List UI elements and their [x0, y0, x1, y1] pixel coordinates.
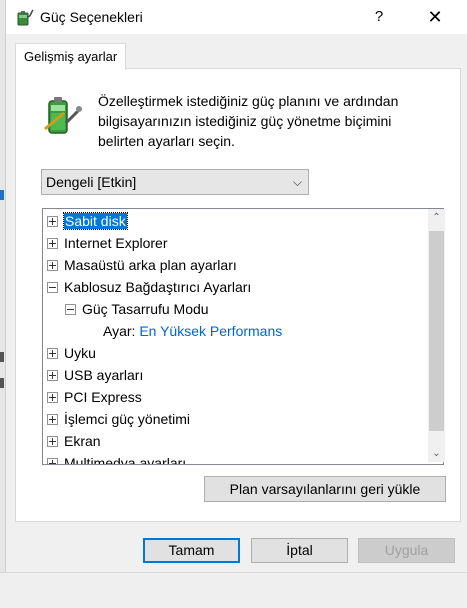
settings-tree[interactable]: Sabit disk Internet Explorer Masaüstü ar… — [42, 208, 444, 465]
tree-scrollbar[interactable]: ⌃ ⌄ — [428, 209, 445, 462]
background-marker — [0, 378, 4, 388]
tree-item-processor-power[interactable]: İşlemci güç yönetimi — [47, 408, 190, 430]
cancel-button[interactable]: İptal — [251, 538, 348, 563]
expand-icon[interactable] — [47, 259, 58, 271]
tree-item-label: Güç Tasarrufu Modu — [82, 301, 209, 317]
help-button[interactable]: ? — [364, 4, 394, 30]
tree-item-sabit-disk[interactable]: Sabit disk — [47, 210, 128, 232]
restore-plan-defaults-button[interactable]: Plan varsayılanlarını geri yükle — [204, 476, 446, 502]
background-marker — [0, 190, 4, 200]
expand-icon[interactable] — [47, 237, 58, 249]
tree-item-label: Masaüstü arka plan ayarları — [64, 257, 237, 273]
expand-icon[interactable] — [47, 215, 58, 227]
expand-icon[interactable] — [47, 369, 58, 381]
tree-item-display[interactable]: Ekran — [47, 430, 101, 452]
tree-item-label: Multimedya ayarları — [64, 455, 187, 465]
power-options-icon — [17, 9, 34, 26]
expand-icon[interactable] — [47, 413, 58, 425]
tree-item-wireless-adapter[interactable]: Kablosuz Bağdaştırıcı Ayarları — [47, 276, 251, 298]
title-bar[interactable]: Güç Seçenekleri ? ✕ — [6, 0, 467, 34]
tree-item-label: Kablosuz Bağdaştırıcı Ayarları — [64, 279, 252, 295]
background-window-bottom — [0, 572, 467, 608]
advanced-settings-panel: Özelleştirmek istediğiniz güç planını ve… — [15, 68, 461, 522]
ok-button[interactable]: Tamam — [143, 538, 240, 563]
expand-icon[interactable] — [47, 391, 58, 403]
window-title: Güç Seçenekleri — [40, 9, 143, 25]
tree-item-label: Sabit disk — [63, 212, 128, 230]
collapse-icon[interactable] — [47, 281, 58, 293]
tree-item-setting[interactable]: Ayar: En Yüksek Performans — [103, 320, 282, 342]
chevron-down-icon: ⌵ — [292, 175, 302, 189]
tree-item-label: Internet Explorer — [64, 235, 168, 251]
tree-item-usb-settings[interactable]: USB ayarları — [47, 364, 143, 386]
instruction-text: Özelleştirmek istediğiniz güç planını ve… — [98, 93, 399, 149]
setting-label: Ayar: — [103, 323, 136, 339]
close-button[interactable]: ✕ — [418, 4, 452, 30]
expand-icon[interactable] — [47, 457, 58, 464]
tree-item-pci-express[interactable]: PCI Express — [47, 386, 142, 408]
setting-value-link[interactable]: En Yüksek Performans — [139, 323, 282, 339]
expand-icon[interactable] — [47, 435, 58, 447]
collapse-icon[interactable] — [65, 303, 76, 315]
tree-item-label: İşlemci güç yönetimi — [64, 411, 191, 427]
tree-item-label: USB ayarları — [64, 367, 144, 383]
background-marker — [0, 352, 4, 362]
tree-item-sleep[interactable]: Uyku — [47, 342, 96, 364]
tab-advanced-settings[interactable]: Gelişmiş ayarlar — [15, 43, 127, 70]
tree-item-multimedia[interactable]: Multimedya ayarları — [47, 452, 187, 465]
expand-icon[interactable] — [47, 347, 58, 359]
tree-item-desktop-background[interactable]: Masaüstü arka plan ayarları — [47, 254, 237, 276]
tree-item-label: Uyku — [64, 345, 96, 361]
apply-button[interactable]: Uygula — [358, 538, 455, 563]
power-plan-select[interactable]: Dengeli [Etkin] ⌵ — [41, 169, 309, 195]
tree-item-label: PCI Express — [64, 389, 142, 405]
power-options-dialog: Güç Seçenekleri ? ✕ Gelişmiş ayarlar Öze… — [6, 0, 467, 572]
tree-item-power-saving-mode[interactable]: Güç Tasarrufu Modu — [65, 298, 209, 320]
tree-item-label: Ekran — [64, 433, 101, 449]
tree-item-internet-explorer[interactable]: Internet Explorer — [47, 232, 168, 254]
scroll-up-icon[interactable]: ⌃ — [428, 209, 445, 226]
scroll-down-icon[interactable]: ⌄ — [428, 445, 445, 462]
power-plan-value: Dengeli [Etkin] — [46, 174, 137, 190]
battery-settings-icon — [44, 97, 82, 134]
scrollbar-thumb[interactable] — [429, 231, 444, 431]
